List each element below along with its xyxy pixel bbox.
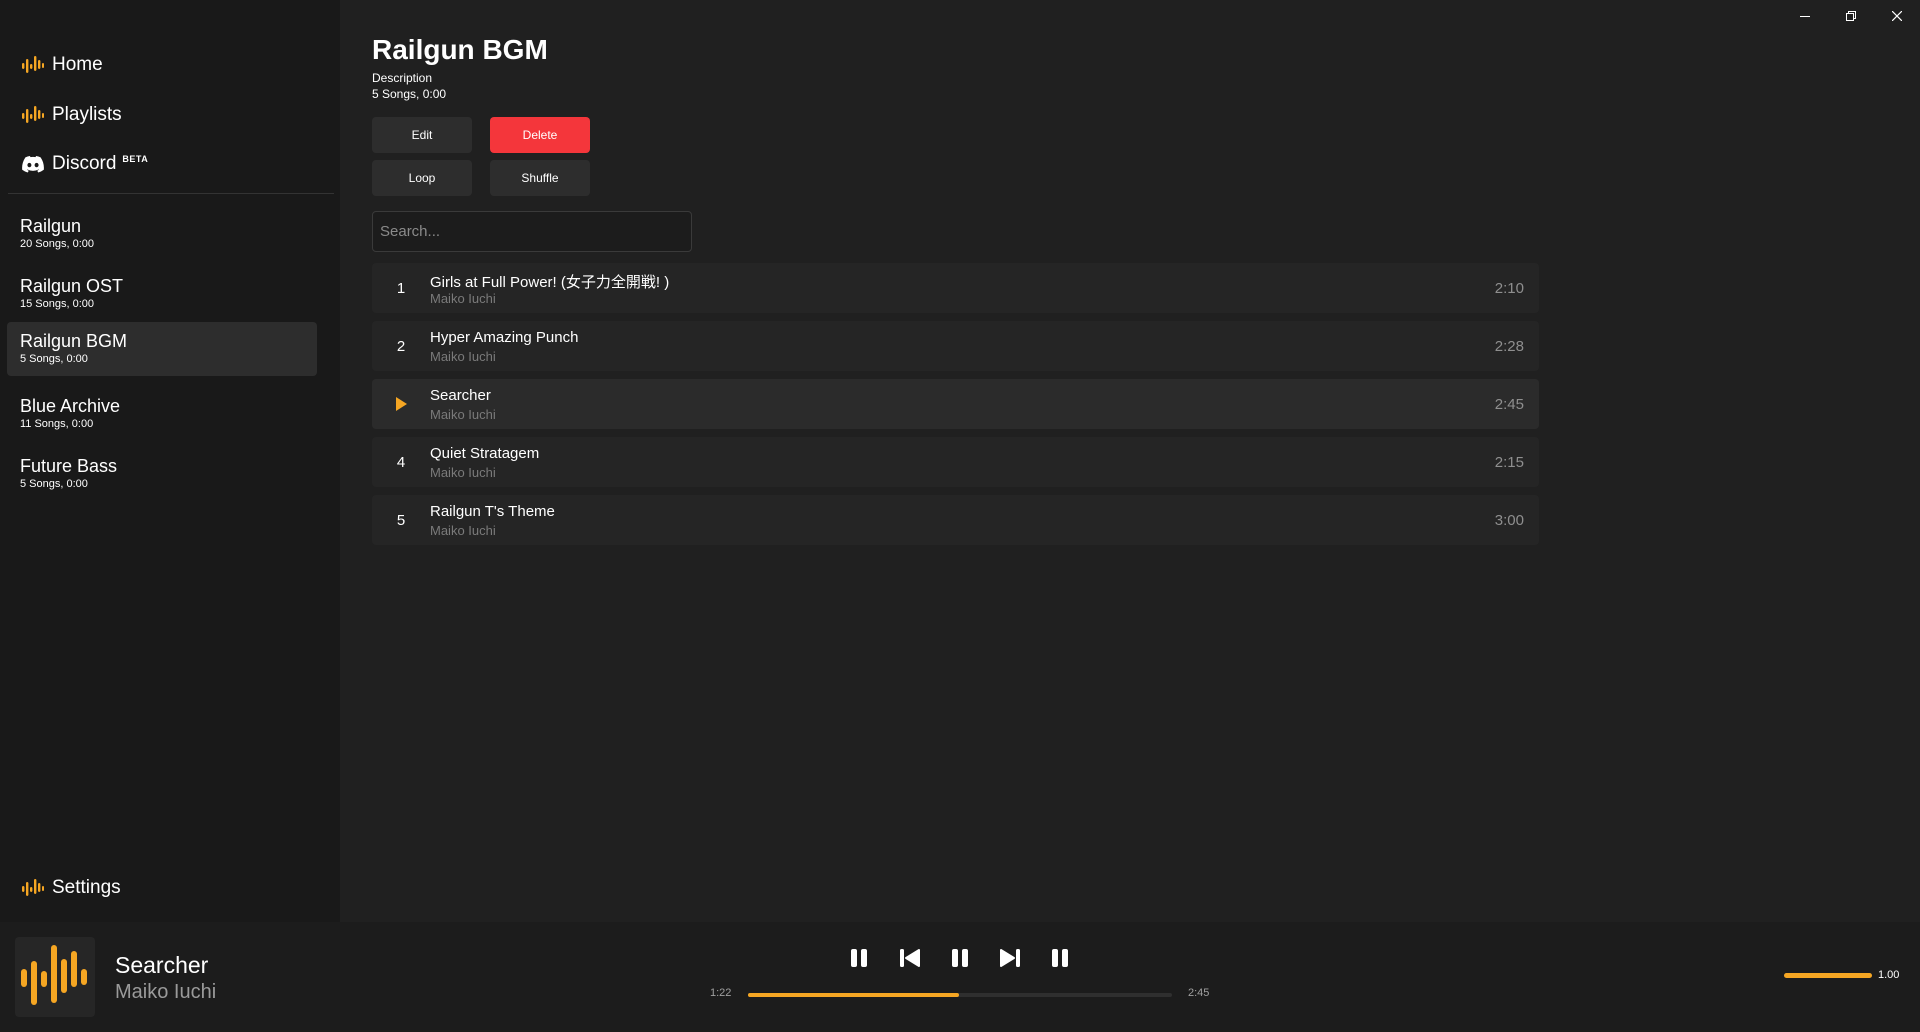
elapsed-time: 1:22 [710, 987, 732, 999]
playlist-meta: 5 Songs, 0:00 [372, 87, 447, 101]
track-artist: Maiko Iuchi [430, 407, 496, 422]
playlist-meta: 15 Songs, 0:00 [20, 298, 95, 310]
beta-badge: BETA [122, 154, 149, 164]
playlist-meta: 5 Songs, 0:00 [20, 478, 88, 490]
waveform-icon [20, 875, 46, 901]
app-window: Home Playlists Discord BETA Railgun 20 S… [0, 0, 1920, 1032]
now-playing-artist: Maiko Iuchi [115, 981, 217, 1003]
sidebar-playlist-item-active[interactable]: Railgun BGM 5 Songs, 0:00 [7, 322, 317, 376]
pause-icon [1052, 949, 1068, 967]
sidebar-playlist-item[interactable]: Railgun OST 15 Songs, 0:00 [7, 267, 317, 321]
nav-settings[interactable]: Settings [20, 868, 121, 908]
track-duration: 2:10 [1494, 280, 1524, 297]
minimize-button[interactable] [1782, 0, 1828, 32]
player-bar: Searcher Maiko Iuchi 1:22 2:45 1.00 [0, 922, 1920, 1032]
track-duration: 3:00 [1494, 512, 1524, 529]
sidebar-playlist-item[interactable]: Blue Archive 11 Songs, 0:00 [7, 387, 317, 441]
playlist-meta: 11 Songs, 0:00 [20, 418, 94, 430]
playlist-meta: 20 Songs, 0:00 [20, 238, 95, 250]
nav-home[interactable]: Home [20, 45, 103, 85]
nav-playlists-label: Playlists [52, 104, 122, 125]
now-playing-icon [372, 379, 430, 429]
track-number: 1 [396, 279, 406, 297]
now-playing-title: Searcher [115, 952, 209, 978]
seek-bar[interactable] [748, 993, 1172, 997]
pause-icon [851, 949, 867, 967]
playlist-name: Railgun [20, 216, 82, 236]
loop-button[interactable]: Loop [372, 160, 472, 196]
track-number: 5 [396, 511, 406, 529]
volume-fill [1784, 973, 1872, 978]
nav-discord[interactable]: Discord BETA [20, 144, 148, 184]
close-button[interactable] [1874, 0, 1920, 32]
shuffle-button[interactable]: Shuffle [490, 160, 590, 196]
playlist-meta: 5 Songs, 0:00 [20, 353, 88, 365]
track-number: 2 [396, 337, 406, 355]
track-title: Searcher [430, 387, 491, 404]
delete-button[interactable]: Delete [490, 117, 590, 153]
play-pause-button[interactable] [945, 943, 975, 973]
playlist-name: Railgun BGM [20, 331, 128, 351]
nav-settings-label: Settings [52, 877, 121, 898]
waveform-icon [21, 945, 87, 1005]
track-title: Girls at Full Power! (女子力全開戦! ) [430, 274, 670, 291]
nav-discord-label: Discord [52, 153, 117, 174]
pause-icon [952, 949, 968, 967]
waveform-icon [20, 52, 46, 78]
minimize-icon [1800, 16, 1810, 17]
volume-slider[interactable] [1784, 973, 1872, 978]
skip-forward-icon [1000, 949, 1020, 967]
track-title: Hyper Amazing Punch [430, 329, 579, 346]
track-row[interactable]: 4 Quiet Stratagem Maiko Iuchi 2:15 [372, 437, 1539, 487]
next-button[interactable] [995, 943, 1025, 973]
total-time: 2:45 [1188, 987, 1210, 999]
track-number: 4 [396, 453, 406, 471]
track-row[interactable]: 2 Hyper Amazing Punch Maiko Iuchi 2:28 [372, 321, 1539, 371]
nav-home-label: Home [52, 54, 103, 75]
track-title: Quiet Stratagem [430, 445, 540, 462]
sidebar-playlist-item[interactable]: Railgun 20 Songs, 0:00 [7, 207, 317, 261]
track-duration: 2:45 [1494, 396, 1524, 413]
volume-value: 1.00 [1878, 969, 1900, 981]
close-icon [1892, 11, 1902, 21]
track-artist: Maiko Iuchi [430, 291, 496, 306]
restore-icon [1846, 11, 1856, 21]
track-artist: Maiko Iuchi [430, 523, 496, 538]
track-row[interactable]: 1 Girls at Full Power! (女子力全開戦! ) Maiko … [372, 263, 1539, 313]
previous-button[interactable] [895, 943, 925, 973]
playlist-name: Railgun OST [20, 276, 124, 296]
skip-back-icon [900, 949, 920, 967]
sidebar: Home Playlists Discord BETA Railgun 20 S… [0, 0, 340, 922]
waveform-icon [20, 102, 46, 128]
sidebar-divider [8, 193, 334, 194]
seek-bar-fill [748, 993, 959, 997]
track-duration: 2:15 [1494, 454, 1524, 471]
track-row[interactable]: 5 Railgun T's Theme Maiko Iuchi 3:00 [372, 495, 1539, 545]
edit-button[interactable]: Edit [372, 117, 472, 153]
track-title: Railgun T's Theme [430, 503, 555, 520]
track-artist: Maiko Iuchi [430, 465, 496, 480]
discord-icon [20, 151, 46, 177]
album-art [15, 937, 95, 1017]
nav-playlists[interactable]: Playlists [20, 95, 122, 135]
track-duration: 2:28 [1494, 338, 1524, 355]
playlist-description: Description [372, 71, 433, 85]
track-row-playing[interactable]: Searcher Maiko Iuchi 2:45 [372, 379, 1539, 429]
repeat-control[interactable] [1045, 943, 1075, 973]
playlist-name: Blue Archive [20, 396, 121, 416]
search-input[interactable] [372, 211, 692, 252]
shuffle-control[interactable] [844, 943, 874, 973]
track-artist: Maiko Iuchi [430, 349, 496, 364]
sidebar-playlist-item[interactable]: Future Bass 5 Songs, 0:00 [7, 447, 317, 501]
restore-button[interactable] [1828, 0, 1874, 32]
playlist-name: Future Bass [20, 456, 118, 476]
page-title: Railgun BGM [372, 34, 548, 65]
